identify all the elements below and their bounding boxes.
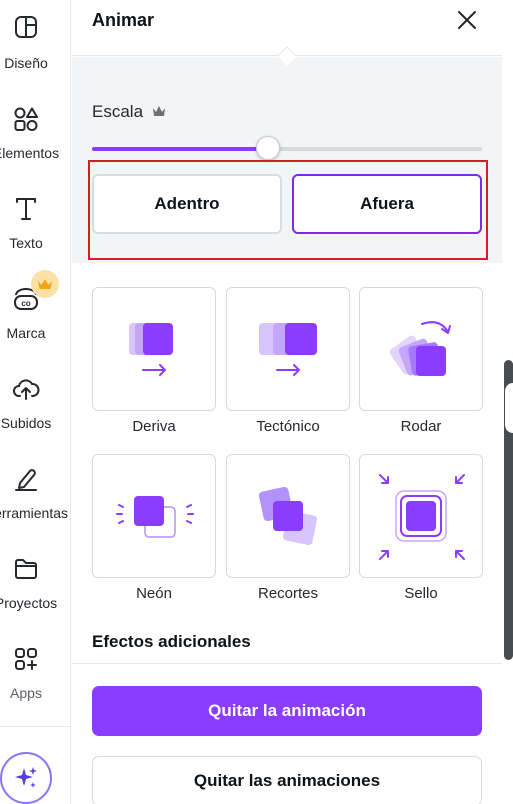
magic-assistant-button[interactable] — [0, 752, 52, 804]
layout-icon — [11, 12, 41, 42]
crown-icon — [152, 104, 166, 122]
sidebar-item-label: Herramientas — [0, 505, 69, 521]
sidebar-item-label: Apps — [10, 685, 42, 701]
pen-tool-icon — [11, 464, 41, 494]
folder-icon — [11, 554, 41, 584]
scale-slider-fill — [92, 147, 268, 151]
panel-title: Animar — [92, 10, 155, 30]
effect-card[interactable] — [226, 454, 350, 578]
sidebar-item-label: Marca — [6, 325, 46, 341]
shapes-icon — [11, 104, 41, 134]
effect-card[interactable] — [359, 454, 483, 578]
close-icon — [458, 11, 476, 29]
effect-name: Sello — [404, 585, 438, 602]
remove-animation-button[interactable]: Quitar la animación — [92, 686, 482, 736]
scale-settings: Escala Adentro Afuera — [72, 46, 502, 263]
close-button[interactable] — [455, 8, 479, 32]
svg-text:co: co — [21, 299, 30, 308]
apps-grid-icon — [11, 644, 41, 674]
sidebar-item-text[interactable]: Texto — [0, 190, 71, 270]
left-sidebar: Diseño Elementos Texto co Marca Subidos … — [0, 0, 71, 804]
cloud-upload-icon — [11, 374, 41, 404]
section-title: Efectos adicionales — [92, 632, 251, 651]
direction-in-button[interactable]: Adentro — [92, 174, 282, 234]
effect-card[interactable] — [92, 454, 216, 578]
sidebar-item-projects[interactable]: Proyectos — [0, 550, 71, 630]
effect-name: Deriva — [132, 418, 176, 435]
premium-crown-badge — [31, 270, 59, 298]
direction-out-button[interactable]: Afuera — [292, 174, 482, 234]
tectonic-preview-icon — [259, 323, 317, 376]
effect-name: Neón — [136, 585, 172, 602]
effect-name: Recortes — [257, 585, 319, 602]
cutouts-preview-icon — [258, 486, 318, 546]
stamp-preview-icon — [379, 474, 465, 560]
section-divider — [72, 663, 502, 664]
sparkle-icon — [15, 767, 37, 788]
sidebar-item-label: Proyectos — [0, 595, 58, 611]
sidebar-divider — [0, 726, 71, 727]
sidebar-item-elements[interactable]: Elementos — [0, 100, 71, 180]
effect-name: Tectónico — [256, 418, 320, 435]
sidebar-item-label: Elementos — [0, 145, 60, 161]
roll-preview-icon — [389, 321, 451, 376]
sidebar-item-label: Texto — [9, 235, 43, 251]
effect-card[interactable] — [226, 287, 350, 411]
neon-preview-icon — [116, 496, 194, 538]
animate-panel: Animar Escala Adentro Afuera Deriva Tect… — [72, 0, 502, 804]
effect-card[interactable] — [92, 287, 216, 411]
sidebar-item-label: Diseño — [4, 55, 48, 71]
text-icon — [11, 194, 41, 224]
scale-slider-track[interactable] — [92, 147, 482, 151]
scale-label: Escala — [92, 102, 144, 121]
sidebar-item-apps[interactable]: Apps — [0, 640, 71, 720]
sidebar-item-label: Subidos — [0, 415, 52, 431]
effect-card[interactable] — [359, 287, 483, 411]
drift-preview-icon — [129, 323, 173, 376]
crown-icon — [38, 279, 52, 289]
scale-slider-thumb[interactable] — [255, 136, 280, 160]
sidebar-item-design[interactable]: Diseño — [0, 10, 71, 90]
panel-collapse-handle[interactable] — [505, 383, 513, 433]
effect-name: Rodar — [400, 418, 442, 435]
remove-all-animations-button[interactable]: Quitar las animaciones — [92, 756, 482, 804]
sidebar-item-tools[interactable]: Herramientas — [0, 460, 71, 540]
sidebar-item-uploads[interactable]: Subidos — [0, 370, 71, 450]
